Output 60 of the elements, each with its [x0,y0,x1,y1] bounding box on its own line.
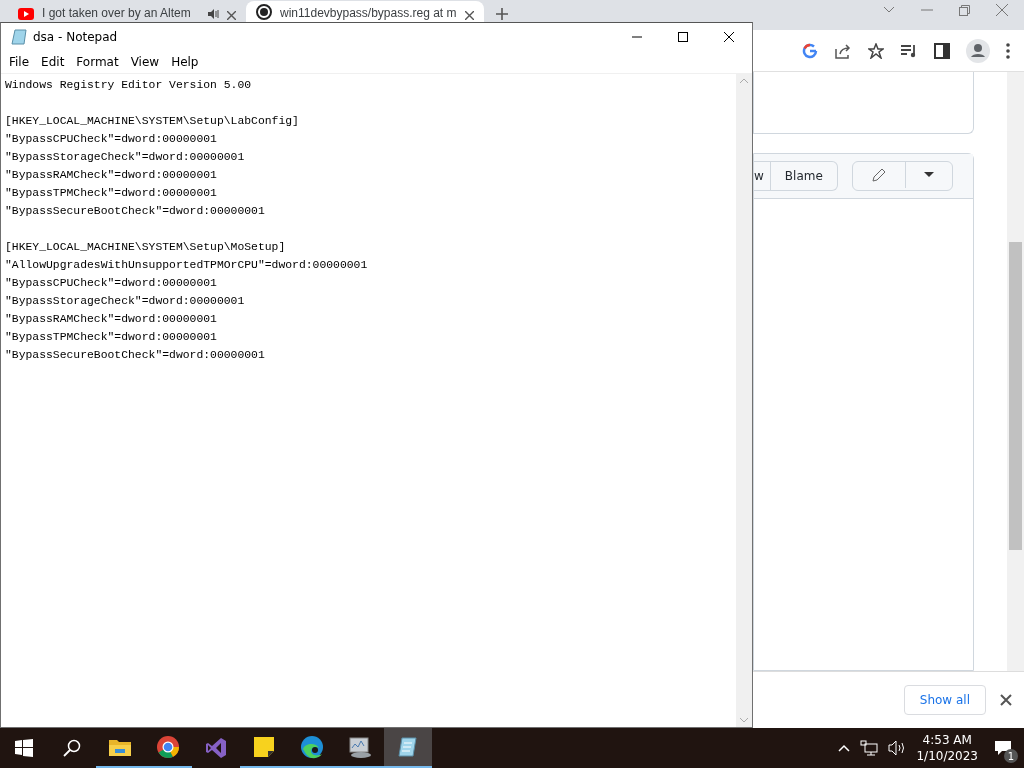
tab-title: I got taken over by an Altem [42,6,192,20]
sticky-note-icon [253,736,275,758]
chevron-down-icon[interactable] [883,6,895,14]
text-line: "BypassStorageCheck"=dword:00000001 [5,294,245,309]
tab-title: win11devbypass/bypass.reg at m [280,6,457,20]
file-action-button[interactable]: Blame [769,162,837,190]
clock-date[interactable]: 1/10/2023 [916,748,978,764]
text-line: "BypassRAMCheck"=dword:00000001 [5,312,217,327]
file-action-button[interactable]: w [754,162,770,190]
video-site-icon [18,8,34,20]
notepad-icon [396,735,420,759]
folder-icon [108,737,132,757]
close-tab-icon[interactable] [465,11,474,20]
chrome-icon [156,735,180,759]
studio-icon [204,736,228,760]
browser-tab[interactable]: I got taken over by an Altem [8,1,246,22]
volume-icon[interactable] [888,740,907,756]
text-line: "AllowUpgradesWithUnsupportedTPMOrCPU"=dword:00000001 [5,258,368,273]
close-icon[interactable] [724,32,734,42]
browser-tab[interactable]: win11devbypass/bypass.reg at m [246,1,484,22]
text-line: "BypassTPMCheck"=dword:00000001 [5,330,217,345]
google-icon[interactable] [802,42,818,59]
text-line: [HKEY_LOCAL_MACHINE\SYSTEM\Setup\LabConfig] [5,114,299,129]
scrollbar[interactable] [1007,72,1024,671]
close-tab-icon[interactable] [227,11,236,20]
text-line: "BypassRAMCheck"=dword:00000001 [5,168,217,183]
monitor-app-icon [347,735,373,759]
close-icon[interactable] [1000,694,1012,706]
taskbar-app[interactable] [384,728,432,768]
clock-time[interactable]: 4:53 AM [922,732,972,748]
show-all-button[interactable]: Show all [903,685,986,715]
edge-icon [300,735,324,759]
notification-badge: 1 [1004,749,1018,763]
media-control-icon[interactable] [900,43,918,58]
star-icon[interactable] [868,42,884,59]
avatar-icon[interactable] [966,38,990,63]
share-icon[interactable] [834,42,852,59]
menu-item[interactable]: File [3,55,36,69]
new-tab-icon[interactable] [496,8,508,20]
menu-item[interactable]: View [124,55,166,69]
more-menu-icon[interactable] [1006,42,1010,59]
text-line: "BypassTPMCheck"=dword:00000001 [5,186,217,201]
text-line: "BypassSecureBootCheck"=dword:00000001 [5,348,265,363]
restore-icon[interactable] [959,4,970,16]
menu-item[interactable]: Format [70,55,125,69]
windows-logo-icon[interactable] [15,739,33,757]
text-line: Windows Registry Editor Version 5.00 [5,78,252,93]
search-icon[interactable] [63,739,81,757]
menu-item[interactable]: Edit [35,55,71,69]
window-title: dsa - Notepad [33,30,119,44]
text-line: "BypassCPUCheck"=dword:00000001 [5,276,217,291]
menu-item[interactable]: Help [165,55,205,69]
network-icon[interactable] [860,740,879,756]
chevron-up-icon[interactable] [838,744,851,752]
text-line: "BypassStorageCheck"=dword:00000001 [5,150,245,165]
maximize-icon[interactable] [678,32,688,42]
text-line: "BypassCPUCheck"=dword:00000001 [5,132,217,147]
text-line: "BypassSecureBootCheck"=dword:00000001 [5,204,265,219]
side-panel-icon[interactable] [934,42,950,59]
text-line: [HKEY_LOCAL_MACHINE\SYSTEM\Setup\MoSetup] [5,240,286,255]
